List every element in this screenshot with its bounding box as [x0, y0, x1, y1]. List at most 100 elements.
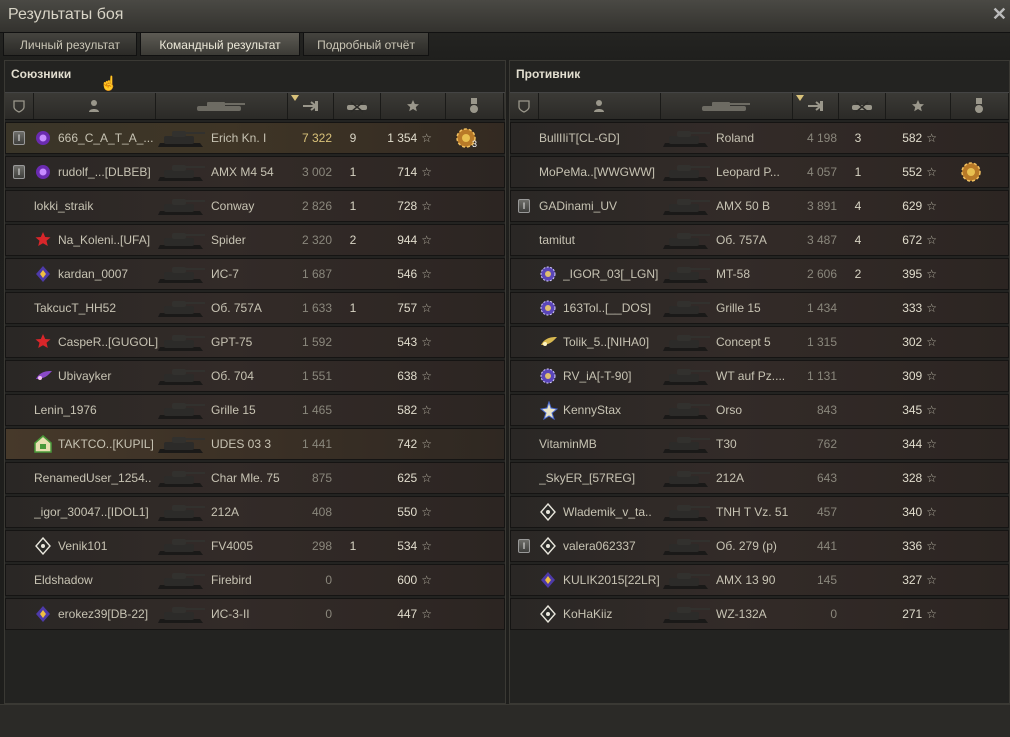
- damage-value: 762: [816, 437, 837, 451]
- enemies-col-header-dmg[interactable]: [792, 93, 839, 119]
- experience-value: 550 ☆: [366, 497, 432, 527]
- kills-value: [338, 463, 368, 493]
- allies-col-header-kills[interactable]: [333, 93, 381, 119]
- close-icon[interactable]: ✕: [992, 4, 1007, 25]
- allies-player-row[interactable]: _igor_30047..[IDOL1] 212A 408 550 ☆: [5, 496, 505, 528]
- kills-value: 1: [349, 301, 357, 315]
- enemies-player-row[interactable]: _SkyER_[57REG] 212A 643 328 ☆: [510, 462, 1009, 494]
- experience-value: 447 ☆: [366, 599, 432, 629]
- damage-value: 1 687: [301, 267, 332, 281]
- damage-value: 4 198: [806, 131, 837, 145]
- player-icon: [592, 99, 606, 113]
- allies-col-header-medal[interactable]: [445, 93, 504, 119]
- damage-value: 2 320: [301, 233, 332, 247]
- tank-name: Spider: [211, 233, 246, 247]
- kills-value: [338, 599, 368, 629]
- tab-detailed-report[interactable]: Подробный отчёт: [303, 32, 429, 56]
- experience-number: 742: [397, 437, 418, 451]
- star-icon: ☆: [421, 607, 432, 621]
- tank-silhouette-icon: [661, 533, 711, 559]
- experience-value: 543 ☆: [366, 327, 432, 357]
- tab-personal-result[interactable]: Личный результат: [3, 32, 137, 56]
- tank-name: Grille 15: [716, 301, 761, 315]
- allies-player-row[interactable]: RenamedUser_1254.. Char Mle. 75 875 625 ☆: [5, 462, 505, 494]
- orders-medal-icon[interactable]: [960, 161, 982, 183]
- star-icon: ☆: [926, 199, 937, 213]
- allies-player-row[interactable]: erokez39[DB-22] ИС-3-II 0 447 ☆: [5, 598, 505, 630]
- enemies-player-row[interactable]: tamitut Об. 757A 3 487 4 672 ☆: [510, 224, 1009, 256]
- damage-value: 1 465: [301, 403, 332, 417]
- enemies-player-row[interactable]: KennyStax Orso 843 345 ☆: [510, 394, 1009, 426]
- purple-gear-icon: [539, 299, 557, 317]
- enemies-player-row[interactable]: I GADinami_UV AMX 50 B 3 891 4 629 ☆: [510, 190, 1009, 222]
- kills-value: [843, 531, 873, 561]
- enemies-player-row[interactable]: MoPeMa..[WWGWW] Leopard P... 4 057 1 552 ☆: [510, 156, 1009, 188]
- star-icon: ☆: [926, 539, 937, 553]
- enemies-player-row[interactable]: Wlademik_v_ta.. TNH T Vz. 51 457 340 ☆: [510, 496, 1009, 528]
- allies-player-row[interactable]: Irudolf_...[DLBEB] AMX M4 54 3 002 1 714 ☆: [5, 156, 505, 188]
- damage-value: 0: [325, 573, 332, 587]
- experience-number: 944: [397, 233, 418, 247]
- enemies-player-row[interactable]: RV_iA[-T-90] WT auf Pz.... 1 131 309 ☆: [510, 360, 1009, 392]
- kills-value: [843, 497, 873, 527]
- enemies-col-header-player[interactable]: [538, 93, 661, 119]
- allies-player-row[interactable]: Na_Koleni..[UFA] Spider 2 320 2 944 ☆: [5, 224, 505, 256]
- allies-player-row[interactable]: Venik101 FV4005 298 1 534 ☆: [5, 530, 505, 562]
- allies-col-header-tank[interactable]: [155, 93, 288, 119]
- enemies-player-row[interactable]: BullIIiT[CL-GD] Roland 4 198 3 582 ☆: [510, 122, 1009, 154]
- enemies-col-header-tank[interactable]: [660, 93, 793, 119]
- allies-player-row[interactable]: CaspeR..[GUGOL] GPT-75 1 592 543 ☆: [5, 326, 505, 358]
- tank-name: FV4005: [211, 539, 254, 553]
- tank-silhouette-icon: [156, 499, 206, 525]
- enemies-col-header-xp[interactable]: [885, 93, 951, 119]
- kills-value: [843, 395, 873, 425]
- experience-number: 672: [902, 233, 923, 247]
- enemies-col-header-medal[interactable]: [950, 93, 1009, 119]
- allies-player-row[interactable]: TAKTCO..[KUPIL] UDES 03 3 1 441 742 ☆: [5, 428, 505, 460]
- allies-player-row[interactable]: TakcucT_HH52 Об. 757A 1 633 1 757 ☆: [5, 292, 505, 324]
- damage-value: 145: [816, 573, 837, 587]
- tank-silhouette-icon: [661, 465, 711, 491]
- enemies-player-row[interactable]: KULIK2015[22LR] AMX 13 90 145 327 ☆: [510, 564, 1009, 596]
- allies-player-row[interactable]: kardan_0007 ИС-7 1 687 546 ☆: [5, 258, 505, 290]
- allies-player-row[interactable]: Lenin_1976 Grille 15 1 465 582 ☆: [5, 394, 505, 426]
- player-name: rudolf_...[DLBEB]: [58, 165, 151, 179]
- enemies-player-row[interactable]: KoHaKiiz WZ-132A 0 271 ☆: [510, 598, 1009, 630]
- tank-name: Leopard P...: [716, 165, 780, 179]
- allies-col-header-xp[interactable]: [380, 93, 446, 119]
- enemies-player-row[interactable]: Tolik_5..[NIHA0] Concept 5 1 315 302 ☆: [510, 326, 1009, 358]
- tank-silhouette-icon: [661, 159, 711, 185]
- damage-value: 298: [311, 539, 332, 553]
- experience-number: 395: [902, 267, 923, 281]
- enemies-rows: BullIIiT[CL-GD] Roland 4 198 3 582 ☆ MoPeMa..[…: [510, 122, 1009, 632]
- experience-number: 625: [397, 471, 418, 485]
- tab-team-result[interactable]: Командный результат: [140, 32, 300, 56]
- allies-col-header-player[interactable]: [33, 93, 156, 119]
- tank-silhouette-icon: [156, 397, 206, 423]
- allies-player-row[interactable]: Eldshadow Firebird 0 600 ☆: [5, 564, 505, 596]
- enemies-player-row[interactable]: Ivalera062337 Об. 279 (р) 441 336 ☆: [510, 530, 1009, 562]
- allies-player-row[interactable]: lokki_straik Conway 2 826 1 728 ☆: [5, 190, 505, 222]
- enemies-player-row[interactable]: _IGOR_03[_LGN] MT-58 2 606 2 395 ☆: [510, 258, 1009, 290]
- damage-value: 1 315: [806, 335, 837, 349]
- star-icon: ☆: [926, 233, 937, 247]
- allies-col-header-badge[interactable]: [5, 93, 34, 119]
- kills-value: [338, 259, 368, 289]
- experience-value: 333 ☆: [871, 293, 937, 323]
- platoon-badge-icon: I: [518, 539, 530, 553]
- experience-value: 728 ☆: [366, 191, 432, 221]
- allies-col-header-dmg[interactable]: [287, 93, 334, 119]
- title-bar: Результаты боя ✕: [0, 0, 1010, 33]
- allies-player-row[interactable]: Ubivayker Об. 704 1 551 638 ☆: [5, 360, 505, 392]
- experience-number: 340: [902, 505, 923, 519]
- gold-wing-icon: [539, 333, 557, 351]
- allies-player-row[interactable]: I 666_C_A_T_A_... Erich Kn. I 7 322 9 1 354 ☆ 3: [5, 122, 505, 154]
- enemies-title: Противник: [516, 67, 581, 81]
- enemies-player-row[interactable]: 163Tol..[__DOS] Grille 15 1 434 333 ☆: [510, 292, 1009, 324]
- kills-value: [843, 361, 873, 391]
- enemies-col-header-kills[interactable]: [838, 93, 886, 119]
- enemies-col-header-badge[interactable]: [510, 93, 539, 119]
- damage-value: 1 441: [301, 437, 332, 451]
- enemies-player-row[interactable]: VitaminMB T30 762 344 ☆: [510, 428, 1009, 460]
- player-name: GADinami_UV: [539, 199, 618, 213]
